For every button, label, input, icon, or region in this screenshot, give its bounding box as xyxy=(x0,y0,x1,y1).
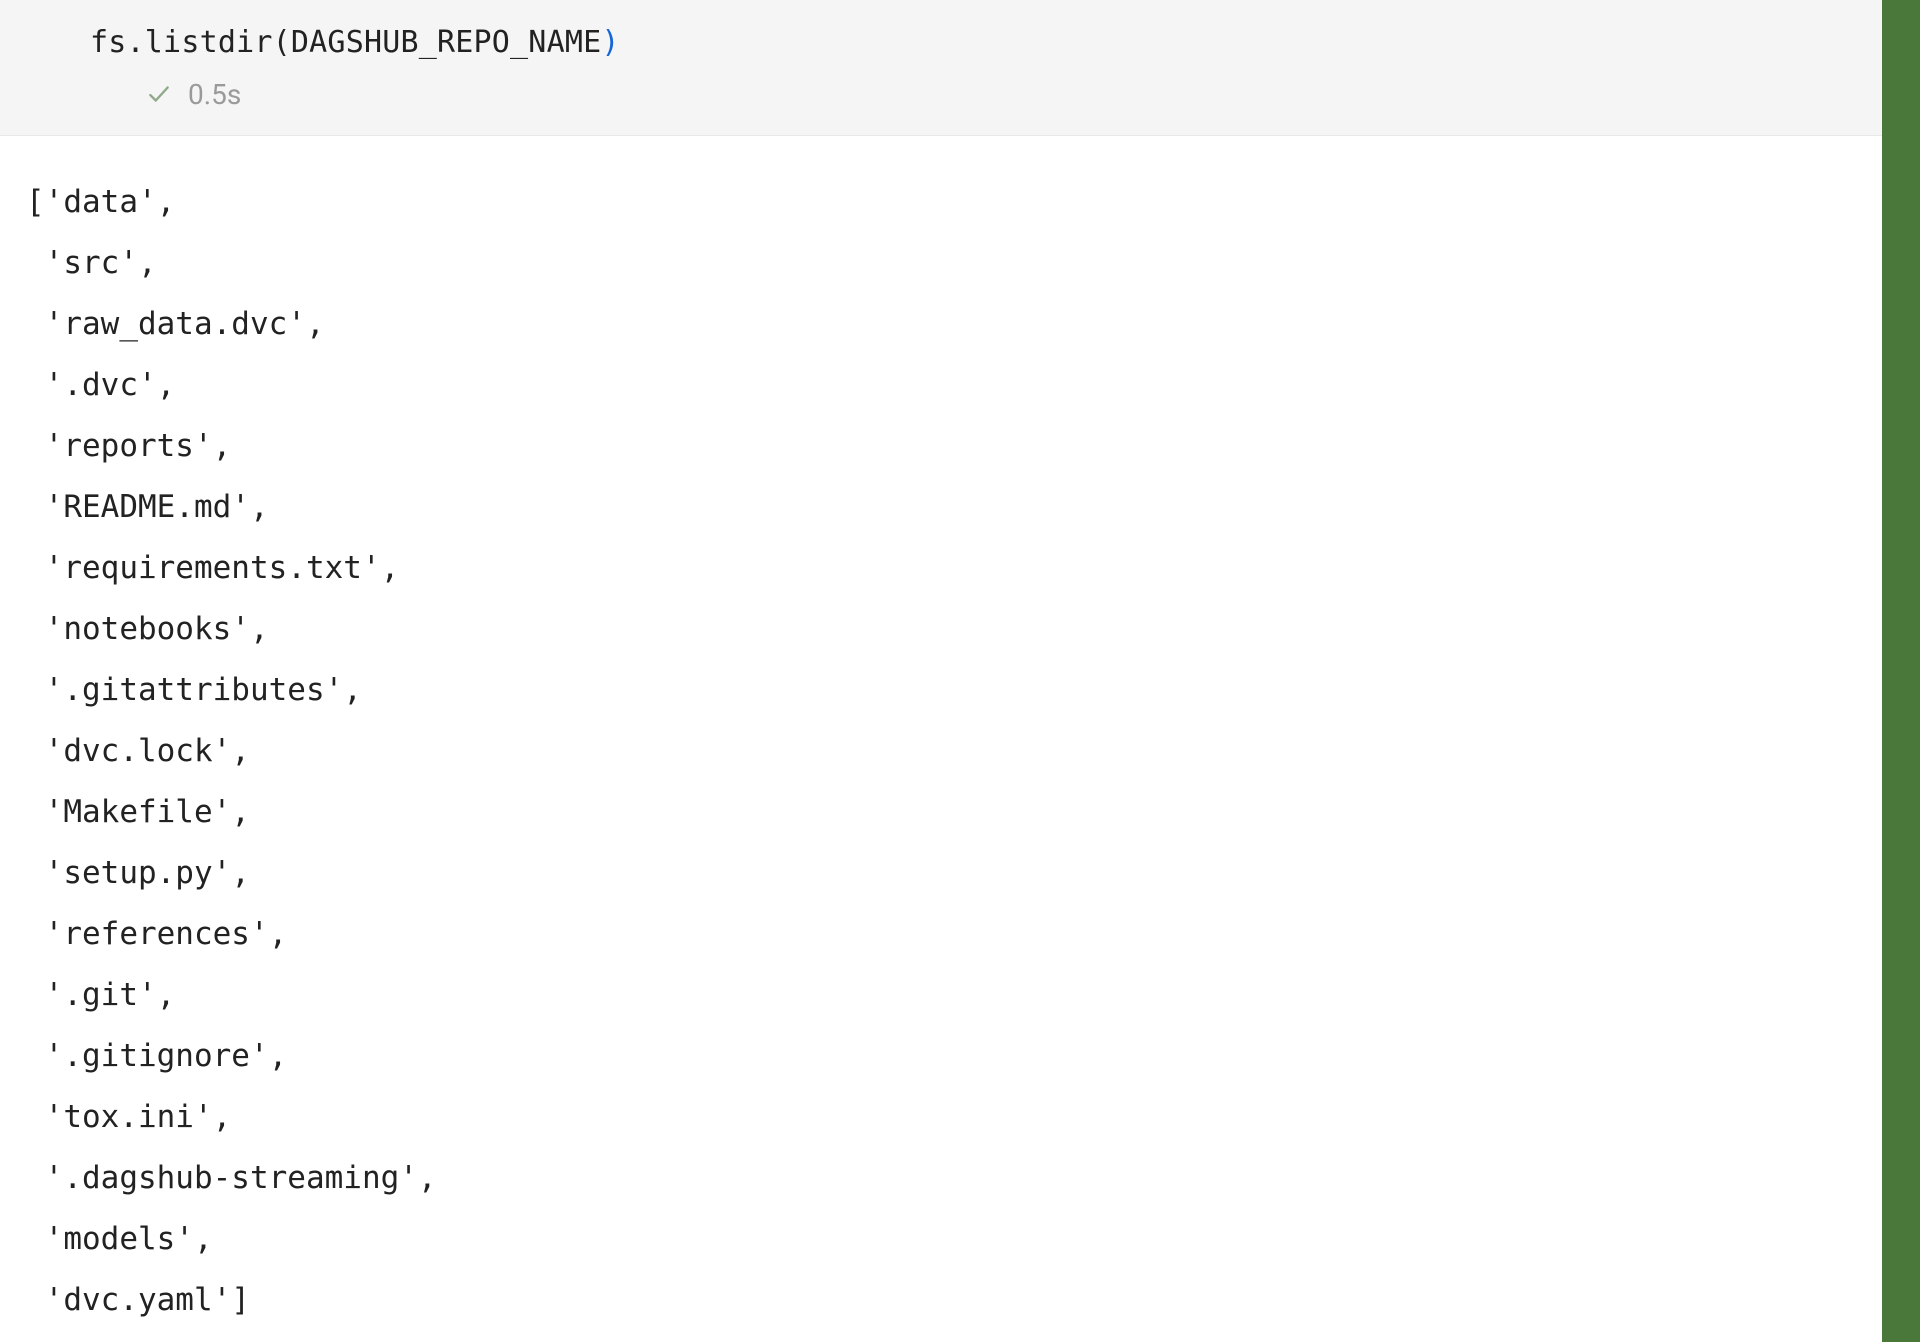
code-dot: . xyxy=(127,25,145,60)
output-text: ['data', 'src', 'raw_data.dvc', '.dvc', … xyxy=(26,172,1882,1331)
execution-status-row: 0.5s xyxy=(90,62,1882,111)
code-line: fs.listdir(DAGSHUB_REPO_NAME) xyxy=(90,24,1882,62)
code-paren-close: ) xyxy=(601,25,619,60)
code-object: fs xyxy=(90,25,127,60)
notebook-stage: fs.listdir(DAGSHUB_REPO_NAME) 0.5s ['dat… xyxy=(0,0,1920,1342)
code-argument: DAGSHUB_REPO_NAME xyxy=(291,25,601,60)
notebook-cell-area: fs.listdir(DAGSHUB_REPO_NAME) 0.5s ['dat… xyxy=(0,0,1883,1342)
code-output-cell[interactable]: ['data', 'src', 'raw_data.dvc', '.dvc', … xyxy=(0,136,1882,1331)
execution-duration: 0.5s xyxy=(188,78,241,111)
code-input-cell[interactable]: fs.listdir(DAGSHUB_REPO_NAME) 0.5s xyxy=(0,0,1882,136)
code-paren-open: ( xyxy=(273,25,291,60)
code-method: listdir xyxy=(145,25,273,60)
check-icon xyxy=(146,81,172,107)
scrollbar-right[interactable] xyxy=(1882,0,1920,1342)
